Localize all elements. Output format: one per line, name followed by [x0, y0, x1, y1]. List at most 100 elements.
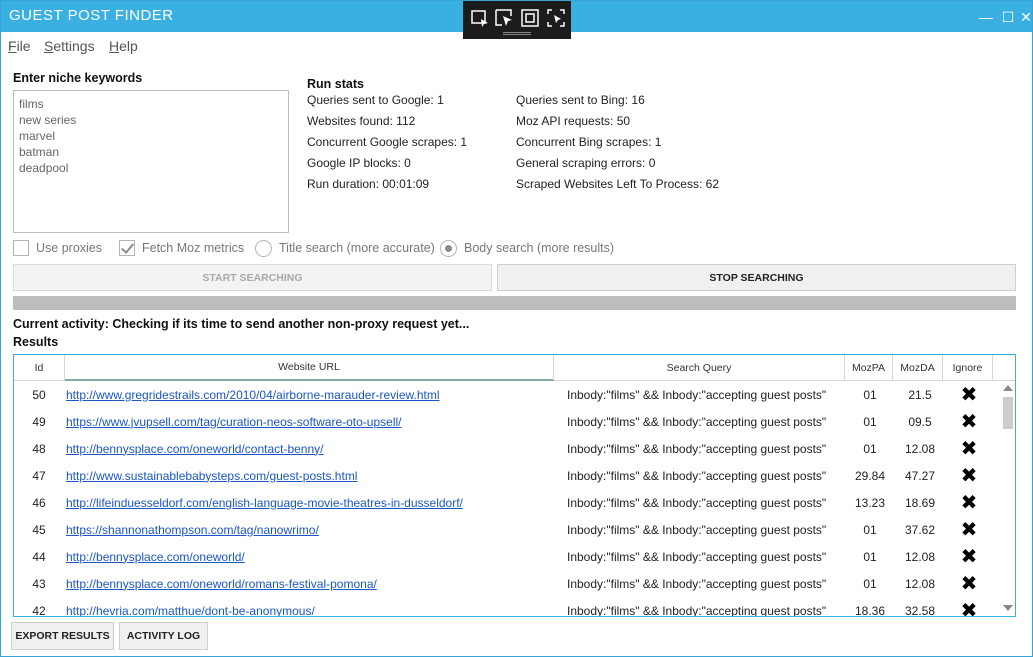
- row-moz-pa: 01: [863, 522, 877, 537]
- fetch-moz-option[interactable]: Fetch Moz metrics: [119, 238, 244, 258]
- use-proxies-checkbox[interactable]: [13, 240, 29, 256]
- row-moz-da: 32.58: [904, 603, 936, 617]
- stat-bing-queries: Queries sent to Bing: 16: [516, 93, 645, 107]
- close-button[interactable]: ✕: [1017, 5, 1033, 29]
- row-search-query: Inbody:"films" && Inbody:"accepting gues…: [567, 414, 827, 429]
- menu-file[interactable]: File: [8, 38, 31, 54]
- row-id: 48: [32, 441, 46, 456]
- table-row[interactable]: 43 http://bennysplace.com/oneworld/romans…: [14, 570, 1001, 597]
- row-url-link[interactable]: http://bennysplace.com/oneworld/contact-…: [66, 442, 323, 456]
- keyword-line: marvel: [19, 129, 56, 143]
- ignore-x-icon[interactable]: ✖: [946, 435, 992, 462]
- stat-concurrent-bing: Concurrent Bing scrapes: 1: [516, 135, 662, 149]
- table-row[interactable]: 49 https://www.jvupsell.com/tag/curation-…: [14, 408, 1001, 435]
- col-website-url[interactable]: Website URL: [65, 355, 554, 381]
- row-search-query: Inbody:"films" && Inbody:"accepting gues…: [567, 495, 827, 510]
- table-row[interactable]: 45 https://shannonathompson.com/tag/nanow…: [14, 516, 1001, 543]
- ignore-x-icon[interactable]: ✖: [946, 489, 992, 516]
- ignore-x-icon[interactable]: ✖: [946, 543, 992, 570]
- row-search-query: Inbody:"films" && Inbody:"accepting gues…: [567, 441, 827, 456]
- scroll-thumb[interactable]: [1003, 397, 1013, 429]
- export-results-button[interactable]: EXPORT RESULTS: [11, 622, 114, 650]
- keywords-textarea[interactable]: films new series marvel batman deadpool: [13, 90, 289, 233]
- fetch-moz-checkbox[interactable]: [119, 240, 135, 256]
- use-proxies-option[interactable]: Use proxies: [13, 238, 102, 258]
- row-url-cell: http://lifeinduesseldorf.com/english-lan…: [66, 489, 554, 516]
- table-row[interactable]: 48 http://bennysplace.com/oneworld/contac…: [14, 435, 1001, 462]
- row-url-link[interactable]: http://hevria.com/matthue/dont-be-anonym…: [66, 604, 315, 617]
- row-search-query: Inbody:"films" && Inbody:"accepting gues…: [567, 522, 827, 537]
- row-url-link[interactable]: http://lifeinduesseldorf.com/english-lan…: [66, 496, 463, 510]
- row-url-cell: http://www.gregridestrails.com/2010/04/a…: [66, 381, 554, 408]
- toolbar-grip[interactable]: [503, 32, 531, 35]
- stat-google-queries: Queries sent to Google: 1: [307, 93, 444, 107]
- ignore-x-icon[interactable]: ✖: [946, 570, 992, 597]
- table-row[interactable]: 44 http://bennysplace.com/oneworld/Inbody…: [14, 543, 1001, 570]
- window-snip-icon[interactable]: [519, 7, 541, 29]
- stat-scraping-errors: General scraping errors: 0: [516, 156, 656, 170]
- app-window: GUEST POST FINDER — ☐ ✕ File Settings He…: [0, 0, 1033, 657]
- row-url-link[interactable]: http://bennysplace.com/oneworld/: [66, 550, 245, 564]
- row-url-link[interactable]: http://bennysplace.com/oneworld/romans-f…: [66, 577, 377, 591]
- row-moz-pa: 01: [863, 576, 877, 591]
- table-row[interactable]: 50 http://www.gregridestrails.com/2010/04…: [14, 381, 1001, 408]
- row-search-query: Inbody:"films" && Inbody:"accepting gues…: [567, 387, 827, 402]
- row-id: 45: [32, 522, 46, 537]
- body-search-option[interactable]: Body search (more results): [440, 238, 614, 258]
- row-url-link[interactable]: http://www.gregridestrails.com/2010/04/a…: [66, 388, 440, 402]
- scroll-down-icon[interactable]: [1003, 605, 1013, 611]
- stat-concurrent-google: Concurrent Google scrapes: 1: [307, 135, 468, 149]
- body-search-radio[interactable]: [440, 239, 457, 257]
- table-row[interactable]: 46 http://lifeinduesseldorf.com/english-l…: [14, 489, 1001, 516]
- row-url-link[interactable]: http://www.sustainablebabysteps.com/gues…: [66, 469, 357, 483]
- col-moz-pa[interactable]: MozPA: [845, 355, 893, 381]
- row-url-cell: https://shannonathompson.com/tag/nanowri…: [66, 516, 554, 543]
- fullscreen-snip-icon[interactable]: [545, 7, 567, 29]
- stat-run-duration: Run duration: 00:01:09: [307, 177, 430, 191]
- row-search-query: Inbody:"films" && Inbody:"accepting gues…: [567, 468, 827, 483]
- col-ignore[interactable]: Ignore: [943, 355, 993, 381]
- ignore-x-icon[interactable]: ✖: [946, 597, 992, 616]
- table-row[interactable]: 47 http://www.sustainablebabysteps.com/gu…: [14, 462, 1001, 489]
- scroll-up-icon[interactable]: [1003, 385, 1013, 391]
- row-url-cell: https://www.jvupsell.com/tag/curation-ne…: [66, 408, 554, 435]
- cursor-snip-icon[interactable]: [493, 7, 515, 29]
- row-moz-da: 37.62: [904, 522, 936, 537]
- row-id: 44: [32, 549, 46, 564]
- body-search-label: Body search (more results): [464, 241, 615, 255]
- results-table: Id Website URL Search Query MozPA MozDA …: [13, 354, 1016, 617]
- title-search-radio[interactable]: [255, 239, 272, 257]
- row-url-link[interactable]: https://www.jvupsell.com/tag/curation-ne…: [66, 415, 401, 429]
- ignore-x-icon[interactable]: ✖: [946, 381, 992, 408]
- current-activity: Current activity: Checking if its time t…: [13, 317, 470, 331]
- run-stats-label: Run stats: [307, 77, 364, 91]
- table-body: 50 http://www.gregridestrails.com/2010/04…: [14, 381, 1001, 617]
- start-searching-button[interactable]: START SEARCHING: [13, 264, 492, 291]
- snip-icon[interactable]: [469, 7, 491, 29]
- title-search-option[interactable]: Title search (more accurate): [255, 238, 435, 258]
- col-id[interactable]: Id: [14, 355, 65, 381]
- row-url-cell: http://hevria.com/matthue/dont-be-anonym…: [66, 597, 554, 617]
- col-moz-da[interactable]: MozDA: [893, 355, 943, 381]
- ignore-x-icon[interactable]: ✖: [946, 516, 992, 543]
- stat-moz-requests: Moz API requests: 50: [516, 114, 631, 128]
- ignore-x-icon[interactable]: ✖: [946, 462, 992, 489]
- menu-settings[interactable]: Settings: [44, 38, 95, 54]
- menu-help[interactable]: Help: [109, 38, 138, 54]
- row-search-query: Inbody:"films" && Inbody:"accepting gues…: [567, 549, 827, 564]
- row-search-query: Inbody:"films" && Inbody:"accepting gues…: [567, 603, 827, 617]
- keyword-line: films: [19, 97, 44, 111]
- row-url-link[interactable]: https://shannonathompson.com/tag/nanowri…: [66, 523, 319, 537]
- stop-searching-button[interactable]: STOP SEARCHING: [497, 264, 1016, 291]
- progress-bar: [13, 296, 1016, 310]
- stat-left-to-process: Scraped Websites Left To Process: 62: [516, 177, 719, 191]
- table-row[interactable]: 42 http://hevria.com/matthue/dont-be-anon…: [14, 597, 1001, 617]
- row-moz-da: 47.27: [904, 468, 936, 483]
- col-search-query[interactable]: Search Query: [554, 355, 845, 381]
- use-proxies-label: Use proxies: [36, 241, 102, 255]
- ignore-x-icon[interactable]: ✖: [946, 408, 992, 435]
- row-id: 46: [32, 495, 46, 510]
- activity-log-button[interactable]: ACTIVITY LOG: [119, 622, 208, 650]
- vertical-scrollbar[interactable]: [1001, 381, 1015, 616]
- row-moz-pa: 29.84: [854, 468, 886, 483]
